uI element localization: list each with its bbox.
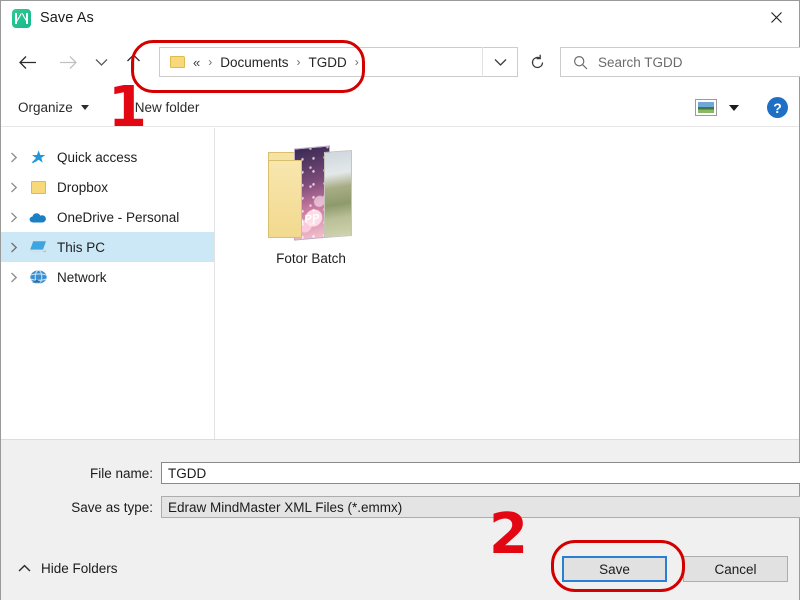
new-folder-button[interactable]: New folder <box>135 100 200 115</box>
chevron-up-icon <box>18 564 31 573</box>
hide-folders-button[interactable]: Hide Folders <box>18 561 118 576</box>
dialog-footer: Hide Folders Save Cancel <box>1 543 799 600</box>
chevron-down-icon <box>80 105 89 110</box>
breadcrumb-separator: › <box>208 55 213 69</box>
save-as-type-label: Save as type: <box>71 499 153 515</box>
breadcrumb-overflow[interactable]: « <box>193 55 202 70</box>
file-name-input[interactable]: TGDD <box>161 462 800 484</box>
close-icon <box>770 12 782 23</box>
cloud-icon <box>27 208 49 226</box>
title-bar: Save As <box>1 1 799 35</box>
window-title: Save As <box>40 10 94 26</box>
chevron-right-icon[interactable] <box>1 152 27 163</box>
sidebar-item-label: Dropbox <box>57 179 109 195</box>
chevron-down-icon <box>95 58 107 66</box>
sidebar-item-label: OneDrive - Personal <box>57 209 180 225</box>
file-list-pane[interactable]: APP Fotor Batch <box>215 128 799 439</box>
breadcrumb-separator-trailing[interactable]: › <box>349 55 365 69</box>
sidebar-item-quick-access[interactable]: Quick access <box>1 142 214 172</box>
recent-locations-button[interactable] <box>88 45 114 79</box>
refresh-button[interactable] <box>518 47 556 77</box>
search-input[interactable]: Search TGDD <box>598 55 683 70</box>
computer-icon <box>27 238 49 256</box>
network-icon <box>27 268 49 286</box>
close-button[interactable] <box>753 1 799 34</box>
folder-icon <box>170 55 185 69</box>
sidebar-item-onedrive[interactable]: OneDrive - Personal <box>1 202 214 232</box>
chevron-right-icon[interactable] <box>1 182 27 193</box>
sidebar-item-this-pc[interactable]: This PC <box>1 232 214 262</box>
sidebar-item-label: Network <box>57 269 107 285</box>
list-item[interactable]: APP Fotor Batch <box>251 144 371 266</box>
sidebar-item-label: This PC <box>57 239 106 255</box>
cancel-button[interactable]: Cancel <box>683 556 788 582</box>
command-bar: Organize New folder ? <box>1 89 799 127</box>
breadcrumb[interactable]: « › Documents › TGDD › <box>159 47 518 77</box>
search-box[interactable]: Search TGDD <box>560 47 800 77</box>
save-button[interactable]: Save <box>562 556 667 582</box>
arrow-up-icon <box>126 54 140 70</box>
view-controls: ? <box>695 97 799 118</box>
mindmaster-icon <box>12 8 31 28</box>
arrow-left-icon <box>18 55 36 69</box>
sidebar-item-dropbox[interactable]: Dropbox <box>1 172 214 202</box>
save-form: File name: TGDD Save as type: Edraw Mind… <box>1 439 800 543</box>
save-as-dialog: Save As « › Documents › TGDD › Search TG… <box>0 0 800 600</box>
navigation-pane: Quick access Dropbox OneDrive - Personal… <box>1 128 215 439</box>
hide-folders-label: Hide Folders <box>41 561 118 576</box>
back-button[interactable] <box>10 45 44 79</box>
organize-label: Organize <box>18 100 73 115</box>
up-button[interactable] <box>116 45 150 79</box>
file-name-label: File name: <box>89 465 153 481</box>
chevron-right-icon[interactable] <box>1 212 27 223</box>
help-button[interactable]: ? <box>767 97 788 118</box>
folder-thumbnail-icon: APP <box>268 144 354 242</box>
chevron-right-icon[interactable] <box>1 272 27 283</box>
folder-icon <box>27 178 49 196</box>
breadcrumb-separator: › <box>296 55 301 69</box>
save-as-type-row: Save as type: Edraw MindMaster XML Files… <box>1 496 800 518</box>
search-icon <box>573 55 588 70</box>
save-as-type-select[interactable]: Edraw MindMaster XML Files (*.emmx) <box>161 496 800 518</box>
refresh-icon <box>531 54 543 68</box>
chevron-right-icon[interactable] <box>1 242 27 253</box>
list-item-label: Fotor Batch <box>276 251 346 266</box>
breadcrumb-item-documents[interactable]: Documents <box>218 55 290 70</box>
address-bar: « › Documents › TGDD › Search TGDD <box>1 35 800 89</box>
file-name-row: File name: TGDD <box>1 462 800 484</box>
forward-button[interactable] <box>51 45 85 79</box>
breadcrumb-item-tgdd[interactable]: TGDD <box>307 55 349 70</box>
arrow-right-icon <box>59 55 77 69</box>
sidebar-item-label: Quick access <box>57 149 138 165</box>
star-icon <box>27 148 49 166</box>
sidebar-item-network[interactable]: Network <box>1 262 214 292</box>
chevron-down-icon[interactable] <box>729 104 739 111</box>
organize-button[interactable]: Organize <box>18 100 89 115</box>
browser-body: Quick access Dropbox OneDrive - Personal… <box>1 128 799 439</box>
view-thumbnails-icon[interactable] <box>695 99 717 116</box>
breadcrumb-dropdown-button[interactable] <box>482 47 517 77</box>
chevron-down-icon <box>494 58 506 66</box>
